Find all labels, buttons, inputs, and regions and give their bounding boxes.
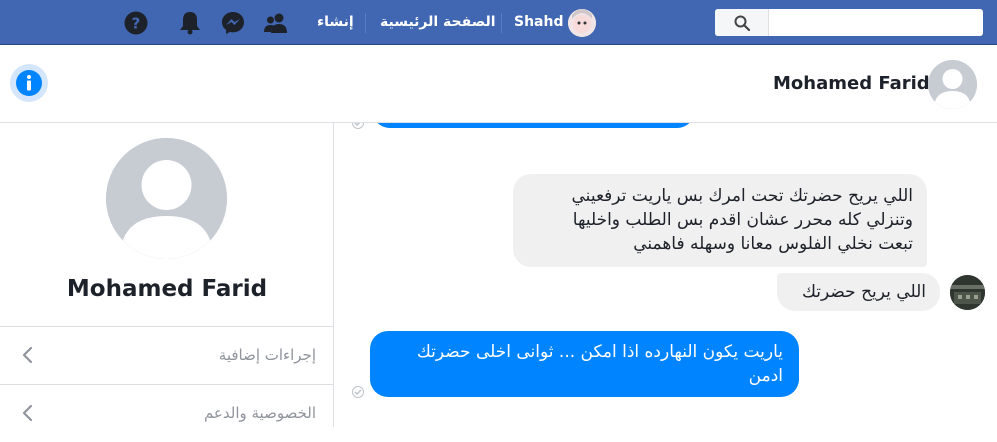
profile-avatar[interactable] — [106, 138, 227, 259]
home-link[interactable]: الصفحة الرئيسية — [380, 14, 496, 30]
notifications-bell-icon[interactable] — [177, 10, 203, 36]
info-icon — [16, 70, 42, 96]
top-navigation-bar: Shahd الصفحة الرئيسية إنشاء ? — [0, 0, 997, 45]
chevron-left-icon — [22, 404, 33, 422]
user-avatar[interactable] — [568, 9, 596, 37]
message-bubble-incoming[interactable]: اللي يريح حضرتك تحت امرك بس ياريت ترفعين… — [513, 174, 927, 267]
contact-avatar[interactable] — [928, 60, 977, 109]
message-thread[interactable]: اللي يريح حضرتك تحت امرك بس ياريت ترفعين… — [335, 123, 997, 427]
message-line: ادمن — [748, 366, 783, 386]
conversation-info-button[interactable] — [10, 64, 48, 102]
message-line: اللي يريح حضرتك — [801, 282, 926, 302]
conversation-details-panel: Mohamed Farid إجراءات إضافية الخصوصية وا… — [0, 123, 334, 427]
svg-text:?: ? — [132, 15, 141, 33]
profile-name[interactable]: Mohamed Farid — [0, 276, 334, 302]
seen-check-icon — [352, 123, 364, 129]
message-line: وتنزلي كله محرر عشان اقدم بس الطلب واخلي… — [572, 210, 913, 230]
user-name-link[interactable]: Shahd — [514, 14, 564, 30]
more-actions-row[interactable]: إجراءات إضافية — [0, 326, 334, 384]
search-icon — [734, 15, 750, 31]
sender-avatar[interactable] — [950, 275, 985, 310]
search-box[interactable] — [715, 9, 983, 36]
messenger-icon[interactable] — [220, 10, 246, 36]
privacy-support-row[interactable]: الخصوصية والدعم — [0, 384, 334, 442]
chevron-left-icon — [22, 346, 33, 364]
search-input[interactable] — [771, 9, 981, 36]
nav-divider — [365, 13, 366, 33]
nav-divider — [501, 13, 502, 33]
seen-check-icon — [352, 386, 364, 398]
more-actions-label: إجراءات إضافية — [218, 346, 316, 364]
message-line: تبعت نخلي الفلوس معانا وسهله فاهمني — [633, 234, 913, 254]
message-bubble-outgoing-partial[interactable] — [372, 123, 695, 128]
conversation-contact-name[interactable]: Mohamed Farid — [773, 73, 930, 94]
create-link[interactable]: إنشاء — [317, 14, 354, 30]
message-line: ياريت يكون النهارده اذا امكن ... ثوانى ا… — [416, 342, 783, 362]
message-line: اللي يريح حضرتك تحت امرك بس ياريت ترفعين… — [571, 186, 913, 206]
message-bubble-incoming[interactable]: اللي يريح حضرتك — [777, 273, 940, 311]
conversation-header: Mohamed Farid — [0, 45, 997, 123]
privacy-support-label: الخصوصية والدعم — [203, 404, 316, 422]
help-icon[interactable]: ? — [123, 10, 149, 36]
message-bubble-outgoing[interactable]: ياريت يكون النهارده اذا امكن ... ثوانى ا… — [370, 331, 799, 397]
search-button[interactable] — [715, 9, 769, 36]
friend-requests-icon[interactable] — [263, 10, 289, 36]
